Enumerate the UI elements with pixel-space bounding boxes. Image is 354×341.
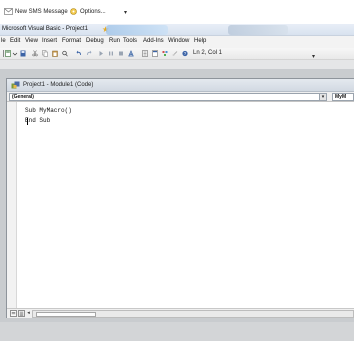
code-window-title: Project1 - Module1 (Code)	[23, 82, 94, 88]
options-icon	[70, 8, 77, 15]
break-icon[interactable]	[108, 50, 114, 57]
menu-debug[interactable]: Debug	[86, 38, 104, 44]
code-window-footer: ◂	[7, 308, 354, 318]
envelope-icon	[4, 8, 13, 15]
window-title: Microsoft Visual Basic - Project1	[2, 26, 88, 32]
menu-tools[interactable]: Tools	[123, 38, 137, 44]
full-module-view-icon	[19, 311, 24, 316]
object-browser-icon[interactable]	[162, 50, 168, 57]
new-sms-button[interactable]: New SMS Message	[4, 7, 68, 18]
code-editor[interactable]: Sub MyMacro() End Sub	[7, 102, 354, 308]
redo-icon[interactable]	[86, 50, 92, 57]
window-title-bar: Microsoft Visual Basic - Project1 ★	[0, 24, 354, 36]
find-icon[interactable]	[62, 50, 68, 57]
options-button[interactable]: Options...	[69, 7, 106, 18]
new-sms-label: New SMS Message	[15, 9, 68, 15]
margin-indicator-bar[interactable]	[7, 102, 17, 308]
blurred-title-tab	[106, 25, 168, 35]
procedure-view-icon	[11, 312, 16, 315]
options-label: Options...	[80, 9, 106, 15]
menu-add-ins[interactable]: Add-Ins	[143, 38, 164, 44]
insert-module-icon[interactable]	[12, 50, 18, 57]
toolbar-overflow-chevron-icon[interactable]: ▾	[312, 53, 315, 60]
full-module-view-button[interactable]	[18, 310, 25, 317]
code-window-combos: (General) ▾ MyM	[7, 92, 354, 102]
help-icon[interactable]: ?	[182, 50, 188, 57]
toolbox-icon[interactable]	[172, 50, 178, 57]
horizontal-scroll-thumb[interactable]	[36, 312, 96, 317]
object-combo[interactable]: (General)	[9, 93, 327, 101]
procedure-view-button[interactable]	[10, 310, 17, 317]
menu-window[interactable]: Window	[168, 38, 189, 44]
menu-insert[interactable]: Insert	[42, 38, 57, 44]
mdi-workspace: Project1 - Module1 (Code) (General) ▾ My…	[0, 60, 354, 341]
sms-toolbar-chevron-icon[interactable]: ▾	[124, 9, 127, 16]
standard-toolbar: ? Ln 2, Col 1 ▾	[0, 48, 354, 60]
project-explorer-icon[interactable]	[142, 50, 148, 57]
mdi-bottom-area	[0, 322, 354, 341]
menu-format[interactable]: Format	[62, 38, 81, 44]
menu-bar: le Edit View Insert Format Debug Run Too…	[0, 36, 354, 48]
cut-icon[interactable]	[32, 50, 38, 57]
text-caret	[27, 118, 28, 125]
module-icon	[11, 81, 20, 89]
code-line: End Sub	[25, 117, 51, 124]
menu-help[interactable]: Help	[194, 38, 206, 44]
horizontal-scrollbar[interactable]	[32, 310, 354, 318]
mdi-top-strip	[0, 60, 354, 69]
cursor-position: Ln 2, Col 1	[193, 50, 223, 56]
undo-icon[interactable]	[76, 50, 82, 57]
code-text[interactable]: Sub MyMacro() End Sub	[25, 106, 72, 126]
view-excel-icon[interactable]	[5, 50, 11, 57]
object-combo-dropdown-icon[interactable]: ▾	[319, 93, 327, 101]
save-icon[interactable]	[20, 50, 26, 57]
design-mode-icon[interactable]	[128, 50, 134, 57]
menu-run[interactable]: Run	[109, 38, 120, 44]
code-line: Sub MyMacro()	[25, 107, 72, 114]
sms-toolbar: New SMS Message Options... ▾	[0, 0, 354, 24]
copy-icon[interactable]	[42, 50, 48, 57]
properties-window-icon[interactable]	[152, 50, 158, 57]
paste-icon[interactable]	[52, 50, 58, 57]
reset-icon[interactable]	[118, 50, 124, 57]
menu-edit[interactable]: Edit	[10, 38, 20, 44]
scroll-left-icon[interactable]: ◂	[25, 310, 32, 318]
run-icon[interactable]	[98, 50, 104, 57]
menu-view[interactable]: View	[25, 38, 38, 44]
menu-file[interactable]: le	[1, 38, 6, 44]
code-window[interactable]: Project1 - Module1 (Code) (General) ▾ My…	[6, 78, 354, 318]
procedure-combo[interactable]: MyM	[332, 93, 354, 101]
blurred-title-tab-2	[228, 25, 288, 35]
code-window-title-bar[interactable]: Project1 - Module1 (Code)	[7, 79, 354, 92]
